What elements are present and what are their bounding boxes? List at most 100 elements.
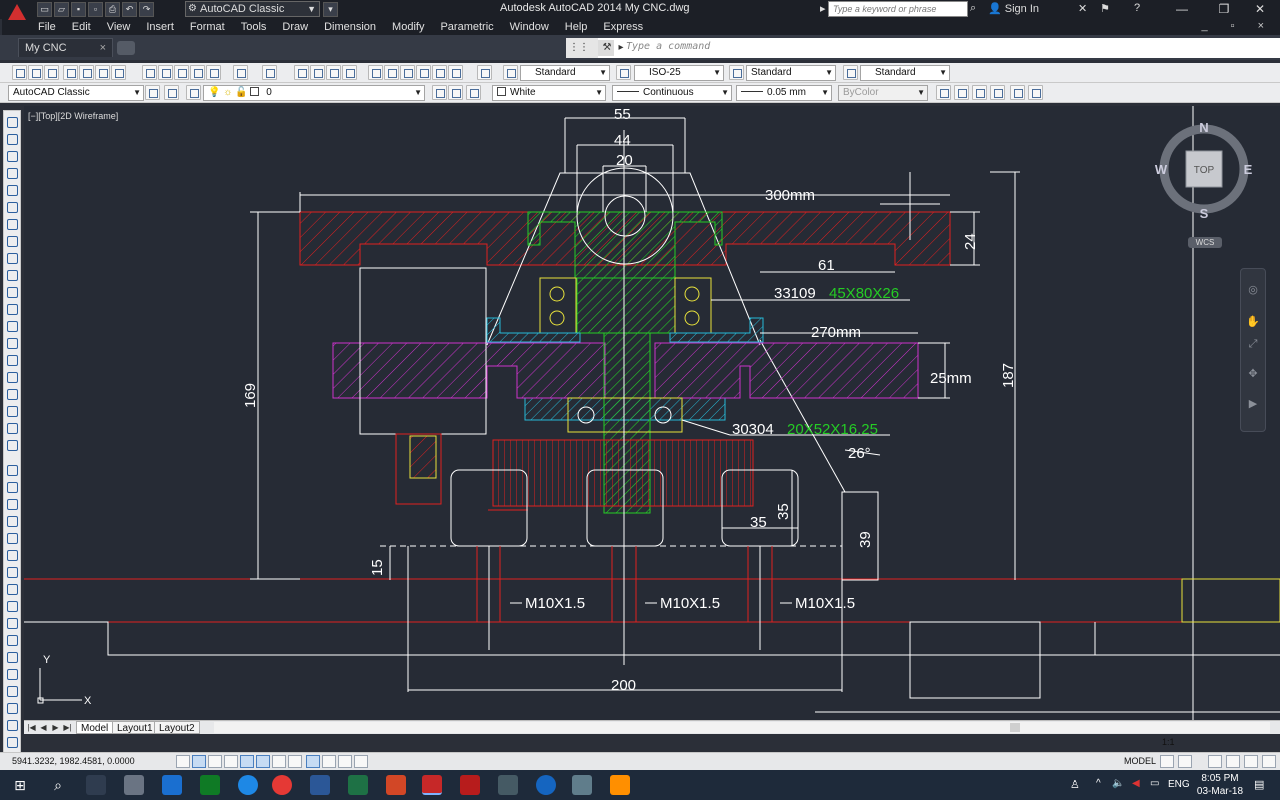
save-icon[interactable]: ▪ — [71, 2, 86, 17]
ellipse-icon[interactable] — [5, 268, 19, 282]
horizontal-scrollbar[interactable] — [214, 722, 1270, 733]
clock-date[interactable]: 03-Mar-18 — [1194, 786, 1246, 797]
move-icon[interactable] — [5, 548, 19, 562]
polygon-icon[interactable] — [5, 166, 19, 180]
search-taskbar-icon[interactable]: ⌕ — [48, 775, 68, 795]
save-toolbar-icon[interactable] — [44, 65, 59, 80]
windows-start-icon[interactable]: ⊞ — [10, 775, 30, 795]
break-icon[interactable] — [5, 650, 19, 664]
table-style-icon[interactable] — [729, 65, 744, 80]
open-icon[interactable] — [28, 65, 43, 80]
dim-style-icon[interactable] — [616, 65, 631, 80]
join-icon[interactable] — [5, 667, 19, 681]
zoom-extents-icon[interactable]: ⤢ — [1246, 337, 1260, 351]
menu-window-controls[interactable]: _ ▫ × — [1201, 20, 1274, 32]
command-line-grip-icon[interactable]: ⋮⋮ ✕ — [566, 38, 598, 73]
pan-icon[interactable] — [294, 65, 309, 80]
plot-preview-icon[interactable] — [79, 65, 94, 80]
line-tool-icon[interactable] — [5, 115, 19, 129]
search-icon[interactable]: ⌕ — [970, 2, 984, 16]
new-tab-button[interactable] — [117, 41, 135, 55]
ellipse-arc-icon[interactable] — [5, 285, 19, 299]
menu-format[interactable]: Format — [182, 19, 233, 35]
menu-draw[interactable]: Draw — [274, 19, 316, 35]
tab-layout2[interactable]: Layout2 — [154, 721, 200, 734]
last-layout-icon[interactable]: ▶| — [62, 722, 73, 733]
menu-window[interactable]: Window — [502, 19, 557, 35]
menu-express[interactable]: Express — [595, 19, 651, 35]
store-icon[interactable] — [162, 775, 182, 795]
antivirus-tray-icon[interactable]: ◀ — [1132, 778, 1140, 789]
workspace-save-icon[interactable] — [164, 85, 179, 100]
viewcube[interactable]: TOP N S E W WCS — [1154, 120, 1254, 248]
osnap-button[interactable] — [256, 755, 270, 768]
edge-icon[interactable] — [238, 775, 258, 795]
extend-icon[interactable] — [5, 633, 19, 647]
application-menu-button[interactable] — [2, 1, 30, 35]
multileader-style-select[interactable]: Standard ▼ — [860, 65, 950, 81]
sign-in-button[interactable]: 👤 Sign In — [988, 2, 1039, 15]
linetype-select[interactable]: Continuous ▼ — [612, 85, 732, 101]
clock-time[interactable]: 8:05 PM — [1196, 773, 1244, 784]
menu-insert[interactable]: Insert — [138, 19, 182, 35]
layer-properties-icon[interactable] — [186, 85, 201, 100]
lock-ui-button[interactable] — [1244, 755, 1258, 768]
menu-edit[interactable]: Edit — [64, 19, 99, 35]
wcs-menu[interactable]: WCS — [1188, 237, 1222, 248]
ducs-button[interactable] — [306, 755, 320, 768]
compass-north[interactable]: N — [1199, 120, 1208, 135]
chrome-icon[interactable] — [272, 775, 292, 795]
notification-icon[interactable]: ▤ — [1254, 778, 1264, 791]
first-layout-icon[interactable]: |◀ — [26, 722, 37, 733]
arc-icon[interactable] — [5, 200, 19, 214]
layer-states-icon[interactable] — [466, 85, 481, 100]
markup-icon[interactable] — [432, 65, 447, 80]
region-icon[interactable] — [5, 387, 19, 401]
rectangle-icon[interactable] — [5, 183, 19, 197]
help-search-input[interactable]: Type a keyword or phrase — [828, 1, 968, 17]
viewport-clip-icon[interactable] — [990, 85, 1005, 100]
chamfer-icon[interactable] — [5, 684, 19, 698]
undo-icon[interactable]: ↶ — [122, 2, 137, 17]
paste-icon[interactable] — [174, 65, 189, 80]
named-views-icon[interactable] — [936, 85, 951, 100]
language-indicator[interactable]: ENG — [1168, 779, 1190, 790]
close-tab-icon[interactable]: × — [100, 39, 106, 57]
viewport-icon[interactable] — [954, 85, 969, 100]
trim-icon[interactable] — [5, 616, 19, 630]
showmotion-icon[interactable]: ▶ — [1246, 397, 1260, 411]
restore-button[interactable]: ❐ — [1204, 0, 1244, 19]
mirror-icon[interactable] — [5, 497, 19, 511]
annotation-scale-button[interactable] — [1208, 755, 1222, 768]
next-layout-icon[interactable]: ▶ — [50, 722, 61, 733]
text-style-icon[interactable] — [503, 65, 518, 80]
3d-dwf-icon[interactable] — [111, 65, 126, 80]
customize-qat-icon[interactable]: ▾ — [323, 2, 338, 17]
viewport-lock-icon[interactable] — [1028, 85, 1043, 100]
transparency-button[interactable] — [354, 755, 368, 768]
tray-chevron-icon[interactable]: ^ — [1096, 778, 1101, 789]
people-icon[interactable]: ♙ — [1070, 778, 1080, 791]
gradient-icon[interactable] — [5, 370, 19, 384]
save-as-icon[interactable]: ▫ — [88, 2, 103, 17]
cad-drawing[interactable]: 55 44 20 300mm 24 61 33109 45X80X26 270m… — [24, 106, 1280, 720]
exchange-icon[interactable]: ✕ — [1078, 2, 1087, 15]
orbit-icon[interactable]: ✥ — [1246, 367, 1260, 381]
cut-icon[interactable] — [142, 65, 157, 80]
pan-hand-icon[interactable]: ✋ — [1246, 315, 1260, 329]
app-icon-orange[interactable] — [610, 775, 630, 795]
quick-view-layouts-button[interactable] — [1160, 755, 1174, 768]
zoom-window-icon[interactable] — [326, 65, 341, 80]
tool-palettes-icon[interactable] — [400, 65, 415, 80]
menu-dimension[interactable]: Dimension — [316, 19, 384, 35]
construction-line-icon[interactable] — [5, 132, 19, 146]
quickcalc-icon[interactable] — [448, 65, 463, 80]
model-space-button[interactable]: MODEL — [1124, 756, 1156, 766]
compass-south[interactable]: S — [1200, 206, 1209, 221]
copy-icon[interactable] — [158, 65, 173, 80]
design-center-icon[interactable] — [384, 65, 399, 80]
publish-icon[interactable] — [95, 65, 110, 80]
grid-button[interactable] — [208, 755, 222, 768]
new-file-icon[interactable]: ▭ — [37, 2, 52, 17]
copy-object-icon[interactable] — [5, 480, 19, 494]
